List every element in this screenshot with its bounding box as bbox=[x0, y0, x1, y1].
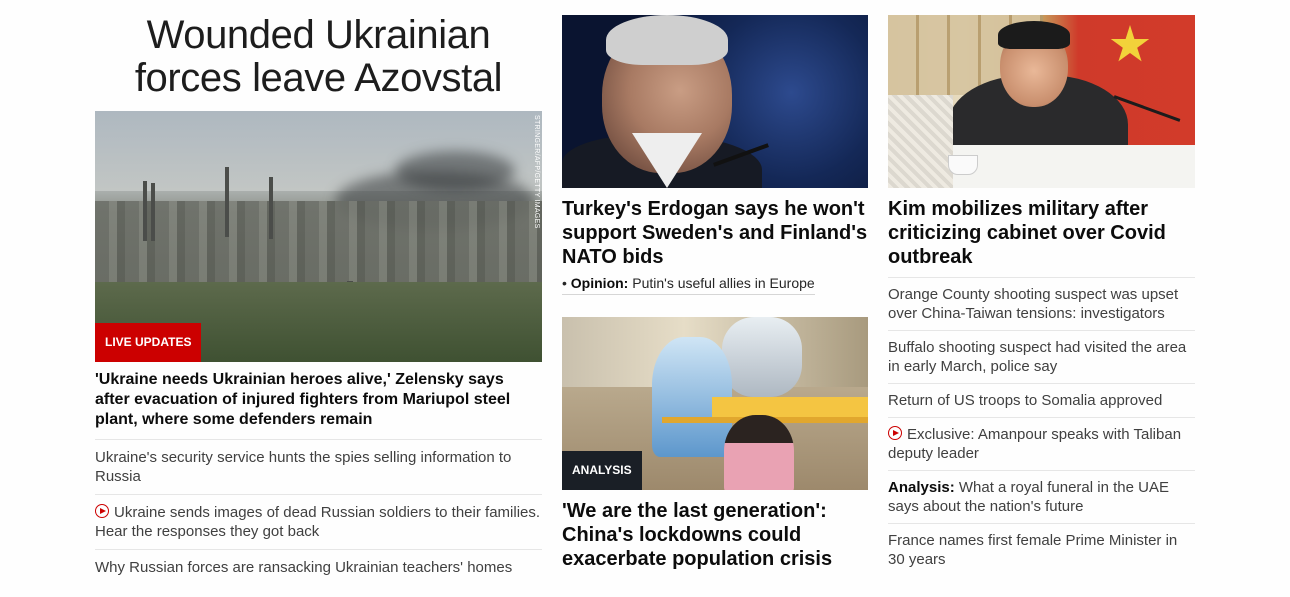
list-item[interactable]: Exclusive: Amanpour speaks with Taliban … bbox=[888, 417, 1195, 470]
opinion-label: Opinion: bbox=[570, 275, 629, 291]
analysis-badge[interactable]: ANALYSIS bbox=[562, 451, 642, 490]
smoke-plume bbox=[395, 151, 515, 191]
lead-story-link[interactable]: 'Ukraine needs Ukrainian heroes alive,' … bbox=[95, 370, 542, 440]
list-item-text: Orange County shooting suspect was upset… bbox=[888, 286, 1179, 322]
list-item-text: Return of US troops to Somalia approved bbox=[888, 392, 1163, 409]
list-item-text: France names first female Prime Minister… bbox=[888, 532, 1178, 568]
smokestack bbox=[143, 181, 147, 241]
kim-headline[interactable]: Kim mobilizes military after criticizing… bbox=[888, 197, 1195, 269]
play-circle-icon bbox=[95, 504, 109, 518]
list-item[interactable]: Return of US troops to Somalia approved bbox=[888, 383, 1195, 417]
star-icon bbox=[1110, 25, 1150, 62]
main-headline[interactable]: Wounded Ukrainian forces leave Azovstal bbox=[95, 14, 542, 100]
hair-shape bbox=[606, 15, 728, 65]
news-column: Kim mobilizes military after criticizing… bbox=[888, 15, 1195, 576]
list-item-text: Why Russian forces are ransacking Ukrain… bbox=[95, 559, 513, 576]
photo-credit: STRINGER/AFP/GETTY IMAGES bbox=[533, 115, 540, 229]
list-item[interactable]: France names first female Prime Minister… bbox=[888, 523, 1195, 576]
china-headline[interactable]: 'We are the last generation': China's lo… bbox=[562, 499, 868, 571]
ukraine-column: Wounded Ukrainian forces leave Azovstal … bbox=[95, 14, 542, 585]
opinion-text: Putin's useful allies in Europe bbox=[632, 275, 815, 291]
list-item-text: Buffalo shooting suspect had visited the… bbox=[888, 339, 1187, 375]
erdogan-headline[interactable]: Turkey's Erdogan says he won't support S… bbox=[562, 197, 868, 269]
hair-shape bbox=[998, 21, 1070, 49]
list-item-text: Exclusive: Amanpour speaks with Taliban … bbox=[888, 426, 1182, 462]
live-updates-badge[interactable]: LIVE UPDATES bbox=[95, 323, 202, 362]
azovstal-hero-image[interactable]: STRINGER/AFP/GETTY IMAGES LIVE UPDATES bbox=[95, 111, 542, 362]
list-item-text: Ukraine sends images of dead Russian sol… bbox=[95, 504, 541, 540]
cup-shape bbox=[948, 155, 978, 175]
smokestack bbox=[225, 167, 229, 237]
steel-plant bbox=[95, 201, 542, 291]
smokestack bbox=[269, 177, 273, 239]
list-item[interactable]: Ukraine sends images of dead Russian sol… bbox=[95, 495, 542, 550]
list-item-text: Ukraine's security service hunts the spi… bbox=[95, 449, 512, 485]
list-item[interactable]: Analysis: What a royal funeral in the UA… bbox=[888, 470, 1195, 523]
health-worker bbox=[722, 317, 802, 397]
kim-image[interactable] bbox=[888, 15, 1195, 188]
smokestack bbox=[151, 183, 155, 241]
list-item[interactable]: Orange County shooting suspect was upset… bbox=[888, 277, 1195, 330]
list-item[interactable]: Buffalo shooting suspect had visited the… bbox=[888, 330, 1195, 383]
lace-cloth bbox=[888, 95, 953, 188]
opinion-link[interactable]: • Opinion: Putin's useful allies in Euro… bbox=[562, 274, 815, 295]
play-circle-icon bbox=[888, 426, 902, 440]
list-item[interactable]: Ukraine's security service hunts the spi… bbox=[95, 440, 542, 495]
erdogan-image[interactable] bbox=[562, 15, 868, 188]
list-item[interactable]: Why Russian forces are ransacking Ukrain… bbox=[95, 550, 542, 585]
world-column: Turkey's Erdogan says he won't support S… bbox=[562, 15, 868, 571]
child bbox=[724, 415, 794, 490]
analysis-prefix: Analysis: bbox=[888, 479, 955, 496]
china-lockdown-image[interactable]: ANALYSIS bbox=[562, 317, 868, 490]
